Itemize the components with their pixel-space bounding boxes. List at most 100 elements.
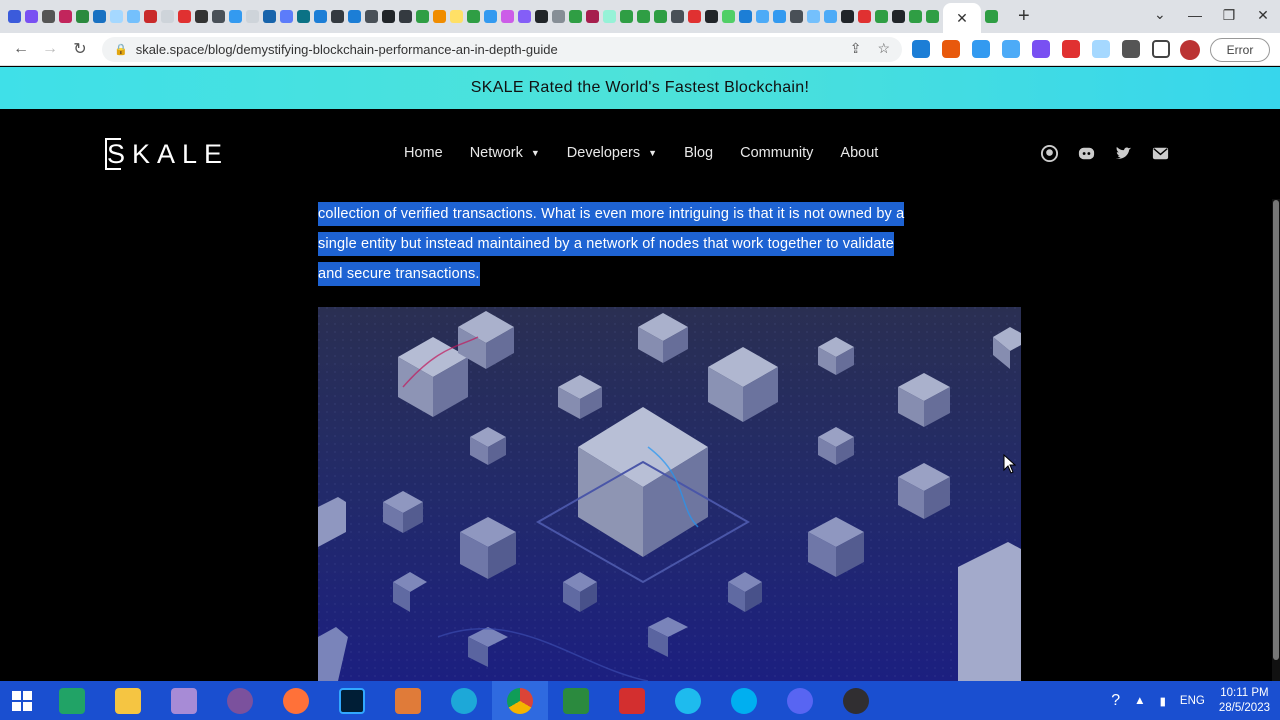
tab-favicon[interactable] [8,10,21,23]
tab-favicon[interactable] [263,10,276,23]
clock[interactable]: 10:11 PM 28/5/2023 [1219,686,1270,716]
tab-favicon[interactable] [297,10,310,23]
tab-favicon[interactable] [688,10,701,23]
taskbar-app-edge[interactable] [436,681,492,720]
twitter-icon[interactable] [1114,144,1133,163]
start-button[interactable] [0,681,44,720]
tab-favicon[interactable] [399,10,412,23]
address-bar[interactable]: 🔒 skale.space/blog/demystifying-blockcha… [102,37,902,62]
tab-favicon[interactable] [93,10,106,23]
chevron-up-icon[interactable]: ▲ [1134,695,1145,707]
tab-favicon[interactable] [909,10,922,23]
tab-favicon[interactable] [314,10,327,23]
announcement-banner[interactable]: SKALE Rated the World's Fastest Blockcha… [0,67,1280,109]
url-text[interactable]: skale.space/blog/demystifying-blockchain… [136,42,558,57]
tab-favicon[interactable] [246,10,259,23]
close-tab-icon[interactable]: ✕ [956,10,968,27]
taskbar-app-acrobat[interactable] [604,681,660,720]
tab-favicon[interactable] [739,10,752,23]
extension-icon[interactable] [1032,40,1050,58]
tab-favicon[interactable] [858,10,871,23]
bookmark-star-icon[interactable]: ☆ [877,40,890,57]
lock-icon[interactable]: 🔒 [114,43,128,56]
tab-favicon[interactable] [705,10,718,23]
nav-network[interactable]: Network ▼ [470,145,540,161]
share-icon[interactable]: ⇪ [850,40,862,57]
tab-favicon[interactable] [552,10,565,23]
taskbar-app-obs[interactable] [828,681,884,720]
taskbar-app-viber[interactable] [212,681,268,720]
tab-favicon[interactable] [807,10,820,23]
tab-favicon[interactable] [654,10,667,23]
tab-favicon[interactable] [603,10,616,23]
tab-favicon[interactable] [501,10,514,23]
taskbar-app-ie[interactable] [660,681,716,720]
side-panel-icon[interactable] [1152,40,1170,58]
taskbar-app-skype[interactable] [716,681,772,720]
email-icon[interactable] [1151,144,1170,163]
puzzle-icon[interactable] [1122,40,1140,58]
reload-icon[interactable]: ↻ [65,39,95,59]
tab-favicon[interactable] [875,10,888,23]
tab-favicon[interactable] [59,10,72,23]
tab-favicon[interactable] [144,10,157,23]
extension-icon[interactable] [972,40,990,58]
taskbar-app-chrome[interactable] [492,681,548,720]
tab-favicon[interactable] [331,10,344,23]
tab-favicon[interactable] [42,10,55,23]
tab-favicon[interactable] [569,10,582,23]
profile-avatar[interactable] [1180,40,1200,60]
tab-favicon[interactable] [722,10,735,23]
taskbar-app-firefox[interactable] [268,681,324,720]
new-tab-button[interactable]: + [1018,5,1030,28]
tab-favicon[interactable] [433,10,446,23]
tab-favicon[interactable] [841,10,854,23]
taskbar-app-explorer[interactable] [100,681,156,720]
language-indicator[interactable]: ENG [1180,695,1205,707]
tab-favicon[interactable] [178,10,191,23]
forward-icon[interactable]: → [35,40,65,58]
tab-favicon[interactable] [892,10,905,23]
taskbar-app-editor[interactable] [548,681,604,720]
tab-favicon[interactable] [212,10,225,23]
extension-icon[interactable] [912,40,930,58]
taskbar-app-media[interactable] [380,681,436,720]
tab-favicon[interactable] [416,10,429,23]
tab-favicon[interactable] [985,10,998,23]
nav-community[interactable]: Community [740,145,813,161]
scrollbar-thumb[interactable] [1273,200,1279,660]
tab-favicon[interactable] [620,10,633,23]
tab-favicon[interactable] [484,10,497,23]
tab-favicon[interactable] [195,10,208,23]
battery-icon[interactable]: ▮ [1160,694,1166,708]
tab-favicon[interactable] [637,10,650,23]
tab-favicon[interactable] [161,10,174,23]
tab-favicon[interactable] [756,10,769,23]
tab-favicon[interactable] [518,10,531,23]
extension-icon[interactable] [1002,40,1020,58]
taskbar-app-photoshop[interactable] [324,681,380,720]
tab-favicon[interactable] [535,10,548,23]
tab-favicon[interactable] [348,10,361,23]
tab-favicon[interactable] [280,10,293,23]
minimize-button[interactable]: — [1178,0,1212,33]
extension-icon[interactable] [1062,40,1080,58]
tab-favicon[interactable] [671,10,684,23]
extension-icon[interactable] [1092,40,1110,58]
tab-favicon[interactable] [824,10,837,23]
nav-blog[interactable]: Blog [684,145,713,161]
help-icon[interactable]: ? [1111,692,1120,710]
tab-favicon[interactable] [467,10,480,23]
github-icon[interactable] [1040,144,1059,163]
nav-home[interactable]: Home [404,145,443,161]
taskbar-app-visual-studio[interactable] [156,681,212,720]
tab-favicon[interactable] [790,10,803,23]
close-window-button[interactable]: ✕ [1246,0,1280,33]
tab-favicon[interactable] [586,10,599,23]
back-icon[interactable]: ← [6,40,36,58]
tab-favicon[interactable] [127,10,140,23]
tab-favicon[interactable] [450,10,463,23]
error-button[interactable]: Error [1210,38,1270,62]
active-tab[interactable]: ✕ [943,3,981,33]
extension-icon[interactable] [942,40,960,58]
